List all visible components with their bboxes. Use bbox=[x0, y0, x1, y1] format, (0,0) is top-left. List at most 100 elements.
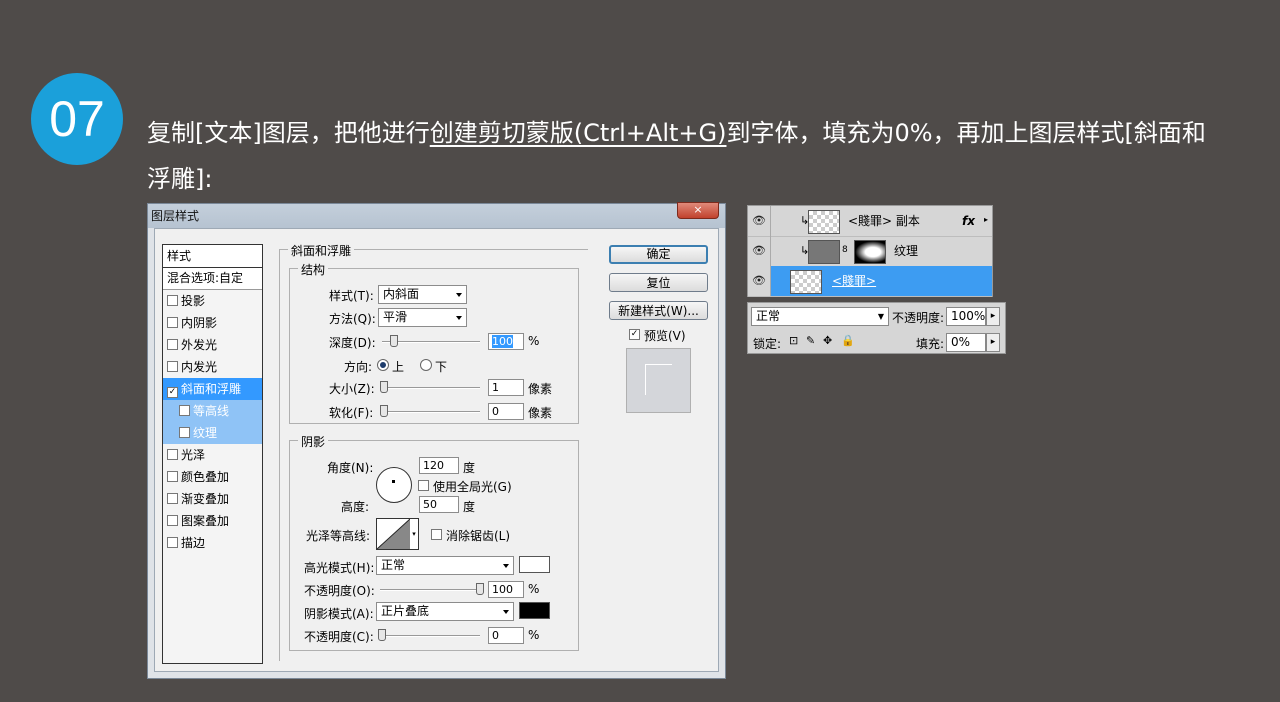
fx-icon[interactable]: fx bbox=[962, 206, 975, 236]
blend-mode-select[interactable]: 正常 ▼ bbox=[751, 307, 889, 326]
style-item-contour[interactable]: 等高线 bbox=[163, 400, 262, 422]
antialias-checkbox[interactable] bbox=[431, 529, 442, 540]
reset-button[interactable]: 复位 bbox=[609, 273, 708, 292]
shadow-opacity-input[interactable]: 0 bbox=[488, 627, 524, 644]
style-item-inner-glow[interactable]: 内发光 bbox=[163, 356, 262, 378]
technique-select-value: 平滑 bbox=[383, 310, 408, 324]
depth-slider[interactable] bbox=[382, 335, 480, 347]
layer-name[interactable]: <賤罪> bbox=[832, 266, 876, 296]
opacity-value: 100% bbox=[951, 309, 986, 323]
layer-name[interactable]: 纹理 bbox=[894, 236, 918, 266]
style-item-bevel-emboss[interactable]: ✓ 斜面和浮雕 bbox=[163, 378, 262, 400]
checkbox-icon[interactable] bbox=[167, 317, 178, 328]
style-item-drop-shadow[interactable]: 投影 bbox=[163, 290, 262, 312]
contour-curve-icon bbox=[377, 519, 410, 549]
technique-select[interactable]: 平滑 bbox=[378, 308, 467, 327]
checkbox-icon[interactable] bbox=[167, 471, 178, 482]
altitude-value: 50 bbox=[423, 498, 437, 511]
style-item-stroke[interactable]: 描边 bbox=[163, 532, 262, 554]
layers-panel: 👁 ↳ <賤罪> 副本 fx ▸ 👁 ↳ 8 纹理 👁 <賤罪> bbox=[747, 205, 993, 297]
checkbox-icon[interactable] bbox=[167, 295, 178, 306]
size-slider[interactable] bbox=[380, 381, 480, 393]
global-light-checkbox[interactable] bbox=[418, 480, 429, 491]
style-item-pattern-overlay[interactable]: 图案叠加 bbox=[163, 510, 262, 532]
lock-transparency-icon[interactable]: ⊡ bbox=[789, 334, 798, 347]
eye-icon[interactable]: 👁 bbox=[748, 206, 771, 236]
highlight-mode-label: 高光模式(H): bbox=[304, 561, 375, 575]
depth-input[interactable]: 100 bbox=[488, 333, 524, 350]
direction-up-radio[interactable] bbox=[377, 359, 389, 371]
close-button[interactable]: × bbox=[677, 202, 719, 219]
style-item-inner-shadow[interactable]: 内阴影 bbox=[163, 312, 262, 334]
expand-arrow-icon[interactable]: ▸ bbox=[984, 215, 988, 224]
lock-label: 锁定: bbox=[753, 337, 782, 351]
style-item-color-overlay[interactable]: 颜色叠加 bbox=[163, 466, 262, 488]
chevron-down-icon bbox=[503, 610, 509, 614]
checkbox-icon[interactable] bbox=[167, 361, 178, 372]
eye-icon[interactable]: 👁 bbox=[748, 236, 771, 266]
angle-value: 120 bbox=[423, 459, 444, 472]
style-item-outer-glow[interactable]: 外发光 bbox=[163, 334, 262, 356]
checkbox-icon[interactable] bbox=[167, 339, 178, 350]
fill-stepper[interactable]: ▸ bbox=[986, 333, 1000, 352]
blending-options-item[interactable]: 混合选项:自定 bbox=[163, 268, 262, 290]
layer-style-dialog: 图层样式 × 样式 混合选项:自定 投影 内阴影 外发光 内发光 ✓ 斜面和浮雕 … bbox=[147, 202, 726, 679]
gloss-contour-picker[interactable] bbox=[376, 518, 411, 550]
dialog-title: 图层样式 bbox=[151, 209, 200, 223]
style-label: 样式(T): bbox=[329, 289, 374, 303]
style-select-value: 内斜面 bbox=[383, 287, 420, 301]
style-item-satin[interactable]: 光泽 bbox=[163, 444, 262, 466]
highlight-opacity-input[interactable]: 100 bbox=[488, 581, 524, 598]
new-style-button[interactable]: 新建样式(W)... bbox=[609, 301, 708, 320]
highlight-color-swatch[interactable] bbox=[519, 556, 550, 573]
slider-thumb[interactable] bbox=[476, 583, 484, 595]
contour-dropdown-icon[interactable]: ▾ bbox=[410, 518, 419, 550]
styles-list-header[interactable]: 样式 bbox=[163, 245, 262, 268]
style-select[interactable]: 内斜面 bbox=[378, 285, 467, 304]
style-item-gradient-overlay[interactable]: 渐变叠加 bbox=[163, 488, 262, 510]
size-input[interactable]: 1 bbox=[488, 379, 524, 396]
style-item-texture[interactable]: 纹理 bbox=[163, 422, 262, 444]
lock-all-icon[interactable]: 🔒 bbox=[841, 334, 855, 347]
eye-icon[interactable]: 👁 bbox=[748, 266, 771, 296]
angle-dot-icon bbox=[392, 480, 395, 483]
slider-thumb[interactable] bbox=[380, 405, 388, 417]
opacity-stepper[interactable]: ▸ bbox=[986, 307, 1000, 326]
checkbox-icon[interactable] bbox=[167, 537, 178, 548]
shadow-mode-value: 正片叠底 bbox=[381, 604, 430, 618]
angle-label: 角度(N): bbox=[327, 461, 374, 475]
lock-position-icon[interactable]: ✥ bbox=[823, 334, 832, 347]
soften-input[interactable]: 0 bbox=[488, 403, 524, 420]
opacity-input[interactable]: 100% bbox=[946, 307, 986, 326]
layer-name[interactable]: <賤罪> 副本 bbox=[848, 206, 920, 236]
checkbox-icon[interactable] bbox=[179, 427, 190, 438]
direction-down-radio[interactable] bbox=[420, 359, 432, 371]
preview-checkbox[interactable]: ✓ bbox=[629, 329, 640, 340]
checkbox-icon[interactable] bbox=[179, 405, 190, 416]
layer-row[interactable]: 👁 ↳ 8 纹理 bbox=[748, 236, 992, 267]
depth-unit: % bbox=[528, 334, 540, 348]
checkbox-icon[interactable] bbox=[167, 515, 178, 526]
instruction-part-1: 复制[文本]图层，把他进行 bbox=[147, 119, 430, 147]
highlight-mode-select[interactable]: 正常 bbox=[376, 556, 514, 575]
angle-dial[interactable] bbox=[376, 467, 412, 503]
checkbox-checked-icon[interactable]: ✓ bbox=[167, 387, 178, 398]
angle-input[interactable]: 120 bbox=[419, 457, 459, 474]
lock-image-icon[interactable]: ✎ bbox=[806, 334, 815, 347]
layer-row-active[interactable]: 👁 <賤罪> bbox=[748, 266, 992, 297]
checkbox-icon[interactable] bbox=[167, 493, 178, 504]
shadow-opacity-slider[interactable] bbox=[378, 629, 480, 641]
slider-thumb[interactable] bbox=[378, 629, 386, 641]
shadow-mode-select[interactable]: 正片叠底 bbox=[376, 602, 514, 621]
checkbox-icon[interactable] bbox=[167, 449, 178, 460]
soften-slider[interactable] bbox=[380, 405, 480, 417]
shadow-color-swatch[interactable] bbox=[519, 602, 550, 619]
slider-thumb[interactable] bbox=[380, 381, 388, 393]
chevron-down-icon: ▼ bbox=[877, 312, 884, 321]
fill-input[interactable]: 0% bbox=[946, 333, 986, 352]
altitude-input[interactable]: 50 bbox=[419, 496, 459, 513]
ok-button[interactable]: 确定 bbox=[609, 245, 708, 264]
layer-row[interactable]: 👁 ↳ <賤罪> 副本 fx ▸ bbox=[748, 206, 992, 237]
highlight-opacity-slider[interactable] bbox=[380, 583, 484, 595]
slider-thumb[interactable] bbox=[390, 335, 398, 347]
